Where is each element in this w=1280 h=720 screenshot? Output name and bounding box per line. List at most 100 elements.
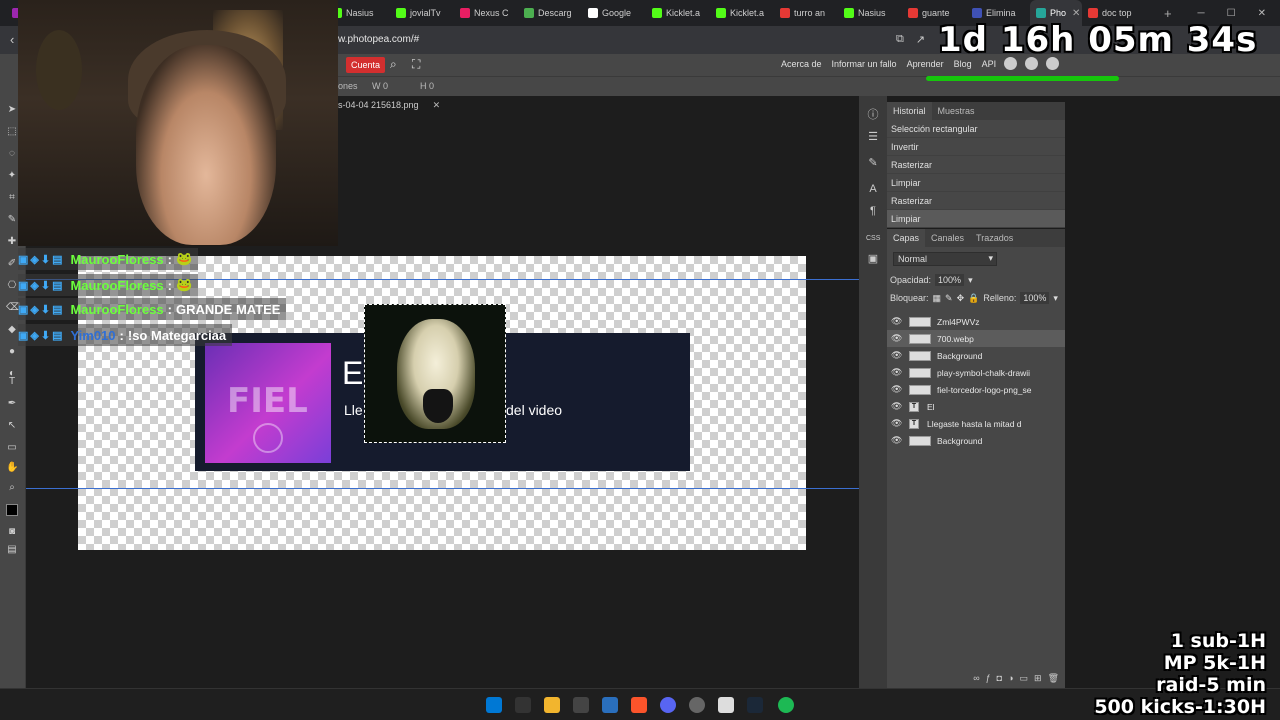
visibility-eye-icon[interactable]: 👁: [891, 316, 903, 327]
spotify-icon[interactable]: [778, 697, 794, 713]
url-field[interactable]: w.photopea.com/#: [338, 34, 419, 45]
blog-link[interactable]: Blog: [954, 59, 972, 69]
fill-field[interactable]: 100%: [1020, 292, 1050, 304]
blend-mode-select[interactable]: Normal: [893, 252, 997, 266]
hand-tool-icon[interactable]: ✋: [6, 462, 18, 474]
fill-dropdown-icon[interactable]: ▾: [1053, 293, 1058, 304]
history-item[interactable]: Rasterizar: [887, 156, 1065, 174]
heal-tool-icon[interactable]: ✚: [6, 236, 18, 248]
browser-tab[interactable]: Kicklet.a: [646, 0, 710, 26]
horizontal-guide[interactable]: [26, 488, 859, 489]
layer-row[interactable]: 👁 play-symbol-chalk-drawii: [887, 364, 1065, 381]
visibility-eye-icon[interactable]: 👁: [891, 418, 903, 429]
history-item-current[interactable]: Limpiar: [887, 210, 1065, 228]
tab-history[interactable]: Historial: [887, 102, 932, 120]
terminal-icon[interactable]: [515, 697, 531, 713]
steam-icon[interactable]: [602, 697, 618, 713]
selected-face-layer[interactable]: [364, 304, 506, 443]
shape-tool-icon[interactable]: ▭: [6, 442, 18, 454]
zoom-tool-icon[interactable]: ⌕: [6, 482, 18, 494]
mode-select[interactable]: ones: [338, 81, 358, 91]
chrome-icon[interactable]: [689, 697, 705, 713]
maximize-icon[interactable]: ☐: [1227, 8, 1236, 19]
tab-paths[interactable]: Trazados: [970, 229, 1019, 247]
move-tool-icon[interactable]: ➤: [6, 104, 18, 116]
visibility-eye-icon[interactable]: 👁: [891, 333, 903, 344]
layer-row[interactable]: 👁 T Llegaste hasta la mitad d: [887, 415, 1065, 432]
layer-mask-icon[interactable]: ◘: [997, 673, 1002, 683]
brush-tool-icon[interactable]: ✐: [6, 258, 18, 270]
about-link[interactable]: Acerca de: [781, 59, 822, 69]
visibility-eye-icon[interactable]: 👁: [891, 401, 903, 412]
discord-icon[interactable]: [660, 697, 676, 713]
history-item[interactable]: Limpiar: [887, 174, 1065, 192]
new-group-icon[interactable]: ▭: [1020, 673, 1029, 684]
fullscreen-icon[interactable]: ⛶: [412, 57, 420, 72]
wand-tool-icon[interactable]: ✦: [6, 170, 18, 182]
height-field[interactable]: H 0: [420, 81, 434, 91]
layer-row[interactable]: 👁 700.webp: [887, 330, 1065, 347]
account-button[interactable]: Cuenta: [346, 57, 386, 73]
back-arrow-icon[interactable]: ‹: [10, 32, 14, 47]
layer-effects-icon[interactable]: ƒ: [986, 673, 991, 683]
open-external-icon[interactable]: ⧉: [896, 33, 904, 46]
tab-channels[interactable]: Canales: [925, 229, 970, 247]
close-tab-icon[interactable]: ✕: [1072, 8, 1080, 19]
image-icon[interactable]: ▣: [866, 252, 880, 266]
lock-position-icon[interactable]: ✥: [957, 293, 965, 304]
css-icon[interactable]: CSS: [866, 232, 880, 246]
start-icon[interactable]: [486, 697, 502, 713]
api-link[interactable]: API: [982, 59, 997, 69]
lock-all-icon[interactable]: 🔒: [968, 293, 979, 304]
marquee-tool-icon[interactable]: ⬚: [6, 126, 18, 138]
visibility-eye-icon[interactable]: 👁: [891, 384, 903, 395]
lock-paint-icon[interactable]: ✎: [945, 293, 953, 304]
layer-row[interactable]: 👁 fiel-torcedor-logo-png_se: [887, 381, 1065, 398]
eyedropper-tool-icon[interactable]: ✎: [6, 214, 18, 226]
clone-tool-icon[interactable]: ⎔: [6, 280, 18, 292]
lock-transparency-icon[interactable]: ▦: [933, 293, 942, 304]
browser-tab[interactable]: Descarg: [518, 0, 582, 26]
learn-link[interactable]: Aprender: [907, 59, 944, 69]
character-icon[interactable]: A: [866, 182, 880, 196]
layer-row[interactable]: 👁 T El: [887, 398, 1065, 415]
pen-tool-icon[interactable]: ✒: [6, 398, 18, 410]
close-document-icon[interactable]: ✕: [433, 100, 441, 110]
crop-tool-icon[interactable]: ⌗: [6, 192, 18, 204]
lasso-tool-icon[interactable]: ◌: [6, 148, 18, 160]
paragraph-icon[interactable]: ¶: [866, 204, 880, 218]
foreground-color-swatch[interactable]: [6, 504, 18, 516]
adjustment-layer-icon[interactable]: ◑: [1008, 673, 1013, 683]
streamdeck-icon[interactable]: [718, 697, 734, 713]
adjustments-icon[interactable]: ☰: [866, 130, 880, 144]
new-tab-button[interactable]: +: [1164, 6, 1172, 21]
link-layers-icon[interactable]: ∞: [973, 673, 979, 683]
delete-layer-icon[interactable]: 🗑: [1048, 673, 1059, 684]
tab-swatches[interactable]: Muestras: [932, 102, 981, 120]
document-tab[interactable]: s-04-04 215618.png ✕: [338, 100, 440, 111]
search-icon[interactable]: ⌕: [390, 57, 397, 72]
browser-tab[interactable]: Kicklet.a: [710, 0, 774, 26]
browser-tab[interactable]: Google: [582, 0, 646, 26]
browser-tab[interactable]: Nexus C: [454, 0, 518, 26]
layer-row[interactable]: 👁 Background: [887, 347, 1065, 364]
layer-row[interactable]: 👁 Zml4PWVz: [887, 313, 1065, 330]
width-field[interactable]: W 0: [372, 81, 388, 91]
browser-tab[interactable]: turro an: [774, 0, 838, 26]
fill-tool-icon[interactable]: ◆: [6, 324, 18, 336]
text-tool-icon[interactable]: T: [6, 376, 18, 388]
history-item[interactable]: Rasterizar: [887, 192, 1065, 210]
quick-mask-icon[interactable]: ◙: [6, 526, 18, 538]
obs-icon[interactable]: [573, 697, 589, 713]
close-window-icon[interactable]: ✕: [1258, 8, 1266, 19]
eraser-tool-icon[interactable]: ⌫: [6, 302, 20, 314]
path-select-tool-icon[interactable]: ↖: [6, 420, 18, 432]
new-layer-icon[interactable]: ⊞: [1034, 673, 1042, 684]
steam-alt-icon[interactable]: [747, 697, 763, 713]
visibility-eye-icon[interactable]: 👁: [891, 435, 903, 446]
history-item[interactable]: Selección rectangular: [887, 120, 1065, 138]
opacity-field[interactable]: 100%: [935, 274, 965, 286]
browser-tab[interactable]: Nasius: [838, 0, 902, 26]
browser-tab[interactable]: jovialTv: [390, 0, 454, 26]
tab-layers[interactable]: Capas: [887, 229, 926, 247]
